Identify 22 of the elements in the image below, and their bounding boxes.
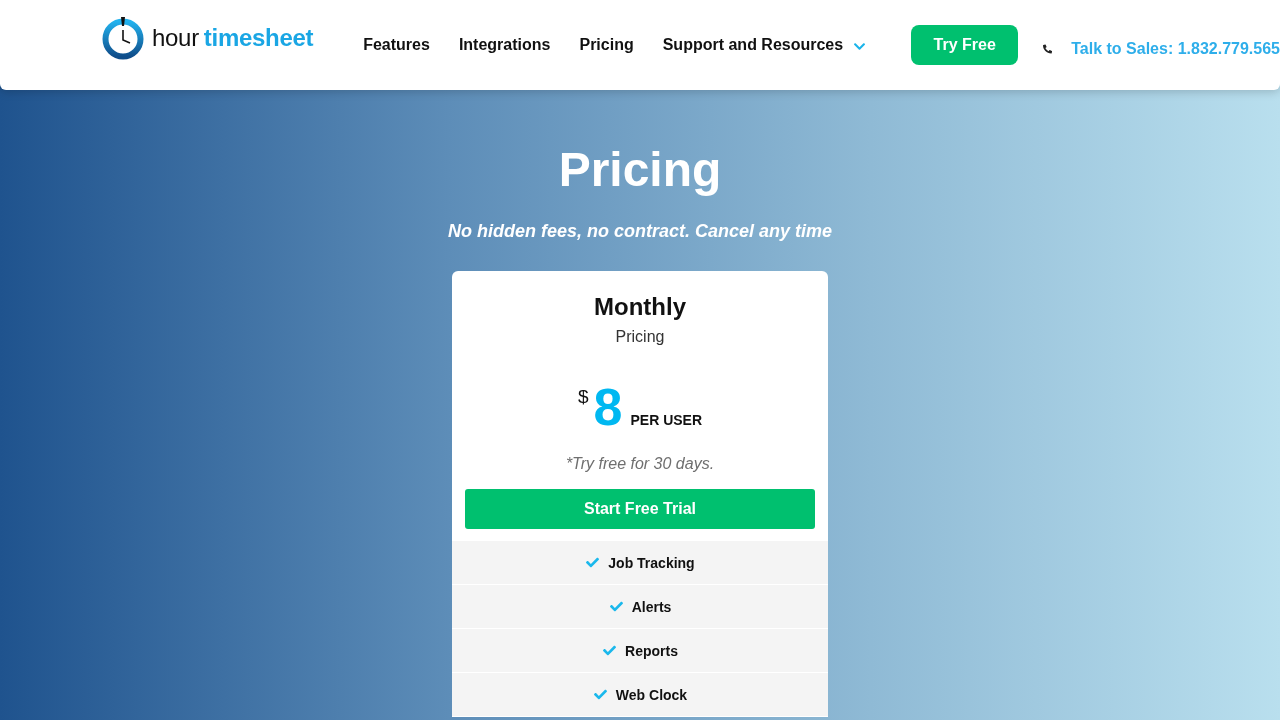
plan-subtitle: Pricing bbox=[615, 327, 665, 347]
nav-link[interactable]: Pricing bbox=[579, 36, 634, 54]
check-icon bbox=[602, 644, 618, 657]
price-unit: PER USER bbox=[630, 413, 703, 427]
feature-label: Web Clock bbox=[615, 686, 688, 703]
feature-label: Reports bbox=[625, 642, 678, 659]
price-amount: 8 bbox=[593, 381, 623, 433]
stopwatch-logo-icon bbox=[102, 16, 144, 60]
page-subtitle: No hidden fees, no contract. Cancel any time bbox=[447, 220, 833, 243]
currency-symbol: $ bbox=[577, 387, 589, 406]
nav-link[interactable]: Features bbox=[363, 36, 430, 54]
page-title: Pricing bbox=[558, 142, 722, 198]
nav-dropdown[interactable]: Support and Resources bbox=[662, 36, 867, 54]
plan-name: Monthly bbox=[594, 292, 686, 322]
check-icon bbox=[608, 600, 624, 613]
check-icon bbox=[592, 688, 608, 701]
feature-label: Job Tracking bbox=[608, 554, 695, 571]
check-icon bbox=[585, 556, 601, 569]
logo-wordmark[interactable]: hour timesheet bbox=[152, 24, 314, 52]
feature-label: Alerts bbox=[631, 598, 672, 615]
nav-link[interactable]: Integrations bbox=[458, 36, 551, 54]
trial-note: *Try free for 30 days. bbox=[565, 454, 715, 474]
